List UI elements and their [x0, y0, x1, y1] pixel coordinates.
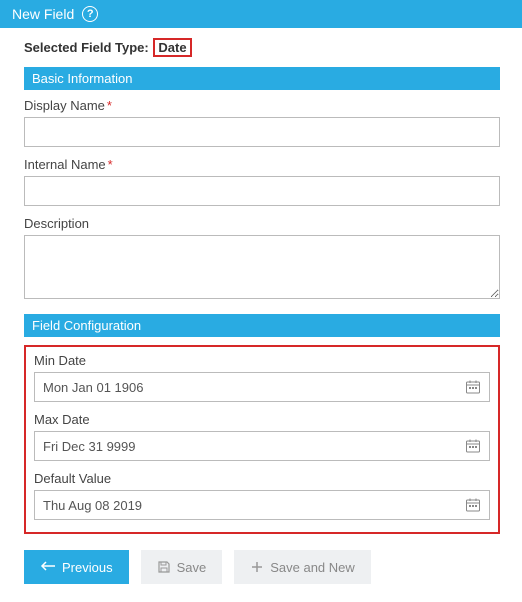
default-value-field[interactable]: [34, 490, 490, 520]
max-date-label: Max Date: [34, 412, 490, 427]
field-configuration-box: Min Date Max Date Default Value: [24, 345, 500, 534]
dialog-title: New Field: [12, 6, 74, 22]
calendar-icon[interactable]: [465, 497, 481, 513]
description-input[interactable]: [24, 235, 500, 299]
save-button-label: Save: [177, 560, 207, 575]
required-marker: *: [107, 98, 112, 113]
previous-button-label: Previous: [62, 560, 113, 575]
display-name-label: Display Name*: [24, 98, 500, 113]
save-icon: [157, 560, 171, 574]
section-field-configuration: Field Configuration: [24, 314, 500, 337]
min-date-input[interactable]: [35, 373, 457, 401]
calendar-icon[interactable]: [465, 379, 481, 395]
button-row: Previous Save Save and New: [24, 550, 500, 584]
selected-field-type-label: Selected Field Type:: [24, 40, 149, 55]
section-basic-information: Basic Information: [24, 67, 500, 90]
required-marker: *: [108, 157, 113, 172]
save-and-new-button[interactable]: Save and New: [234, 550, 371, 584]
selected-field-type: Selected Field Type: Date: [24, 38, 500, 57]
previous-button[interactable]: Previous: [24, 550, 129, 584]
calendar-icon[interactable]: [465, 438, 481, 454]
min-date-label: Min Date: [34, 353, 490, 368]
save-button[interactable]: Save: [141, 550, 223, 584]
selected-field-type-value: Date: [153, 38, 191, 57]
help-icon[interactable]: ?: [82, 6, 98, 22]
default-value-input[interactable]: [35, 491, 457, 519]
internal-name-input[interactable]: [24, 176, 500, 206]
save-and-new-button-label: Save and New: [270, 560, 355, 575]
display-name-input[interactable]: [24, 117, 500, 147]
default-value-label: Default Value: [34, 471, 490, 486]
min-date-field[interactable]: [34, 372, 490, 402]
internal-name-label: Internal Name*: [24, 157, 500, 172]
max-date-input[interactable]: [35, 432, 457, 460]
arrow-left-icon: [40, 560, 56, 575]
plus-icon: [250, 560, 264, 574]
max-date-field[interactable]: [34, 431, 490, 461]
description-label: Description: [24, 216, 500, 231]
dialog-header: New Field ?: [0, 0, 522, 28]
